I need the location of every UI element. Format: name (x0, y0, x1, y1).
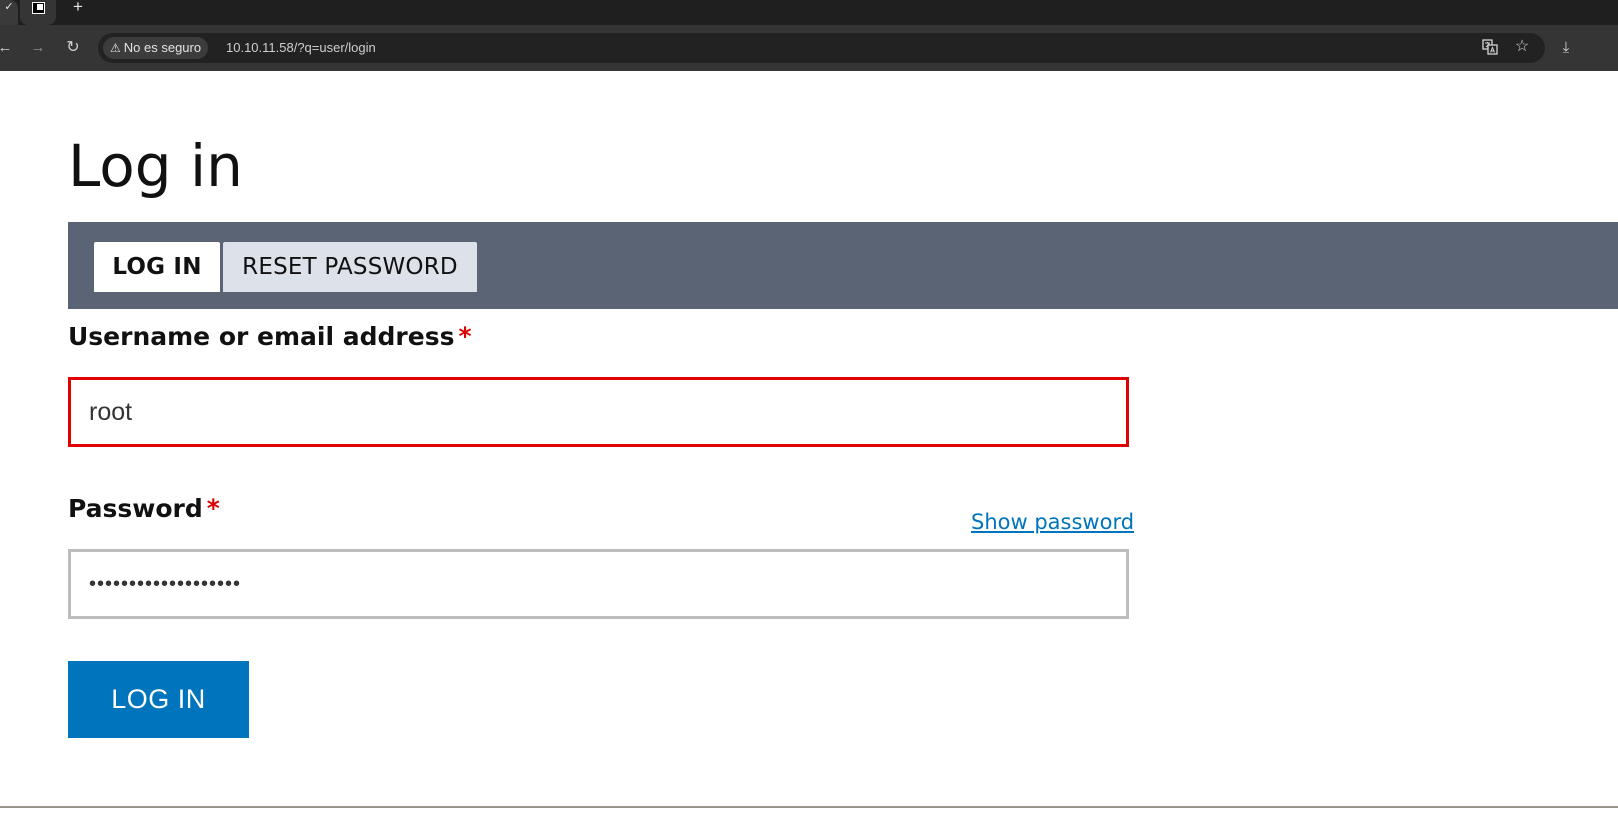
password-label-text: Password (68, 494, 203, 523)
address-bar[interactable]: ⚠ No es seguro 10.10.11.58/?q=user/login … (98, 33, 1545, 63)
tab-log-in[interactable]: LOG IN (94, 242, 220, 292)
required-marker: * (206, 494, 220, 523)
browser-tab-strip: ✓ + (0, 0, 1618, 25)
log-in-button[interactable]: LOG IN (68, 661, 249, 738)
url-text[interactable]: 10.10.11.58/?q=user/login (226, 33, 376, 63)
translate-icon[interactable] (1481, 39, 1499, 57)
security-indicator[interactable]: ⚠ No es seguro (103, 37, 209, 59)
favicon-icon (32, 2, 45, 14)
tab-reset-password[interactable]: RESET PASSWORD (223, 242, 477, 292)
active-browser-tab[interactable] (20, 0, 56, 25)
required-marker: * (458, 322, 472, 351)
reload-icon[interactable]: ↻ (62, 37, 84, 59)
username-label-text: Username or email address (68, 322, 455, 351)
warning-icon: ⚠ (110, 41, 121, 55)
username-label: Username or email address * (68, 320, 472, 354)
security-label: No es seguro (123, 40, 202, 55)
password-input[interactable] (68, 549, 1129, 619)
login-tabs-bar: LOG IN RESET PASSWORD (68, 222, 1618, 309)
forward-icon[interactable]: → (27, 37, 49, 59)
download-icon[interactable]: ⤓ (1556, 37, 1576, 59)
new-tab-button[interactable]: + (68, 0, 88, 18)
username-input[interactable] (68, 377, 1129, 447)
password-label: Password * (68, 492, 220, 526)
show-password-link[interactable]: Show password (971, 508, 1134, 536)
previous-tab[interactable]: ✓ (0, 0, 18, 25)
browser-toolbar: ← → ↻ ⚠ No es seguro 10.10.11.58/?q=user/… (0, 25, 1618, 71)
page-divider (0, 806, 1618, 808)
bookmark-star-icon[interactable]: ☆ (1513, 38, 1531, 56)
back-icon[interactable]: ← (0, 37, 16, 59)
page-title: Log in (68, 132, 243, 200)
